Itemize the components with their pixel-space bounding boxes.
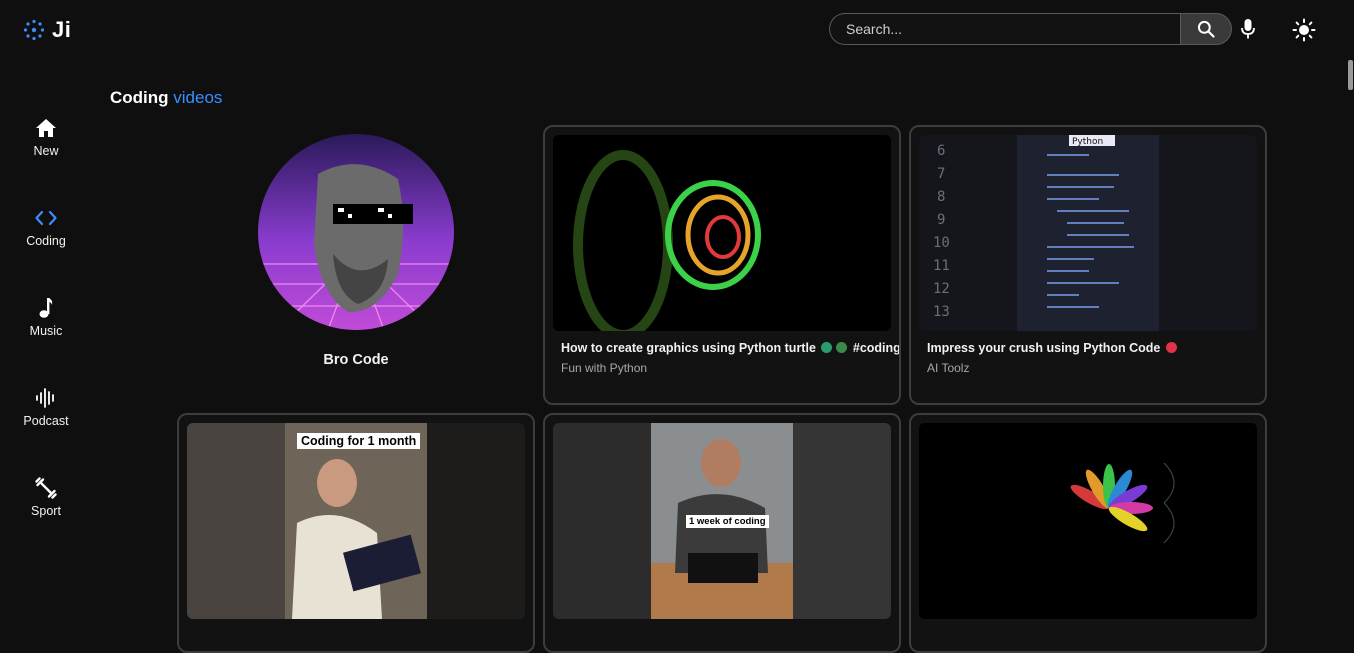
page-scrollbar[interactable] xyxy=(1348,58,1354,630)
section-title: Coding videos xyxy=(110,88,222,108)
svg-text:9: 9 xyxy=(937,212,945,228)
audio-wave-icon xyxy=(34,386,58,410)
svg-text:6: 6 xyxy=(937,143,945,159)
search-button[interactable] xyxy=(1180,13,1232,45)
video-card[interactable]: How to create graphics using Python turt… xyxy=(543,125,901,405)
thumbnail-overlay-text: Coding for 1 month xyxy=(297,433,421,449)
dumbbell-icon xyxy=(34,476,58,500)
search-bar xyxy=(829,13,1232,45)
video-thumbnail: 1 week of coding xyxy=(553,423,891,619)
theme-toggle-button[interactable] xyxy=(1290,16,1318,44)
svg-text:10: 10 xyxy=(933,235,950,251)
search-input[interactable] xyxy=(829,13,1181,45)
video-thumbnail xyxy=(553,135,891,331)
video-card[interactable]: 1 week of coding xyxy=(543,413,901,653)
sidebar-item-new[interactable]: New xyxy=(0,116,92,176)
sidebar-item-label: Coding xyxy=(26,234,66,248)
search-icon xyxy=(1197,20,1215,38)
channel-card[interactable]: Bro Code xyxy=(257,134,455,368)
video-title-tag: #coding xyxy=(852,341,901,355)
heart-emoji-icon xyxy=(1165,342,1177,353)
video-title: How to create graphics using Python turt… xyxy=(561,341,901,355)
code-icon xyxy=(34,206,58,230)
channel-avatar xyxy=(258,134,454,330)
sidebar-item-label: New xyxy=(33,144,59,158)
scrollbar-thumb[interactable] xyxy=(1348,60,1353,90)
top-bar: Ji xyxy=(0,0,1354,60)
sun-icon xyxy=(1292,18,1316,42)
svg-text:7: 7 xyxy=(937,166,945,182)
video-thumbnail xyxy=(919,423,1257,619)
video-title: Impress your crush using Python Code xyxy=(927,341,1179,355)
logo-icon xyxy=(23,19,45,41)
thumbnail-overlay-text: Python xyxy=(1072,137,1103,147)
video-card[interactable]: Coding for 1 month xyxy=(177,413,535,653)
video-title-text: Impress your crush using Python Code xyxy=(927,341,1161,355)
video-card[interactable]: 6 7 8 9 10 11 12 13 Python Impress your crush … xyxy=(909,125,1267,405)
svg-text:13: 13 xyxy=(933,304,950,320)
thumbnail-overlay-text: 1 week of coding xyxy=(686,515,769,528)
sidebar-item-label: Music xyxy=(29,324,63,338)
microphone-button[interactable] xyxy=(1236,16,1260,42)
video-thumbnail: 6 7 8 9 10 11 12 13 Python xyxy=(919,135,1257,331)
svg-text:12: 12 xyxy=(933,281,950,297)
turtle-emoji-icon xyxy=(836,342,848,353)
sidebar-item-coding[interactable]: Coding xyxy=(0,206,92,266)
music-note-icon xyxy=(34,296,58,320)
home-icon xyxy=(34,116,58,140)
video-thumbnail: Coding for 1 month xyxy=(187,423,525,619)
logo[interactable]: Ji xyxy=(22,17,71,43)
video-channel: AI Toolz xyxy=(927,361,970,375)
section-title-accent: videos xyxy=(173,88,223,107)
sidebar-item-sport[interactable]: Sport xyxy=(0,476,92,536)
video-channel: Fun with Python xyxy=(561,361,648,375)
channel-name: Bro Code xyxy=(323,352,389,368)
section-title-main: Coding xyxy=(110,88,169,107)
video-title-text: How to create graphics using Python turt… xyxy=(561,341,816,355)
video-card[interactable] xyxy=(909,413,1267,653)
sidebar-item-music[interactable]: Music xyxy=(0,296,92,356)
sidebar-item-label: Podcast xyxy=(23,414,69,428)
svg-text:8: 8 xyxy=(937,189,945,205)
snake-emoji-icon xyxy=(821,342,833,353)
microphone-icon xyxy=(1241,19,1255,39)
logo-text: Ji xyxy=(52,17,72,42)
sidebar-item-podcast[interactable]: Podcast xyxy=(0,386,92,446)
sidebar-item-label: Sport xyxy=(31,504,61,518)
svg-text:11: 11 xyxy=(933,258,950,274)
